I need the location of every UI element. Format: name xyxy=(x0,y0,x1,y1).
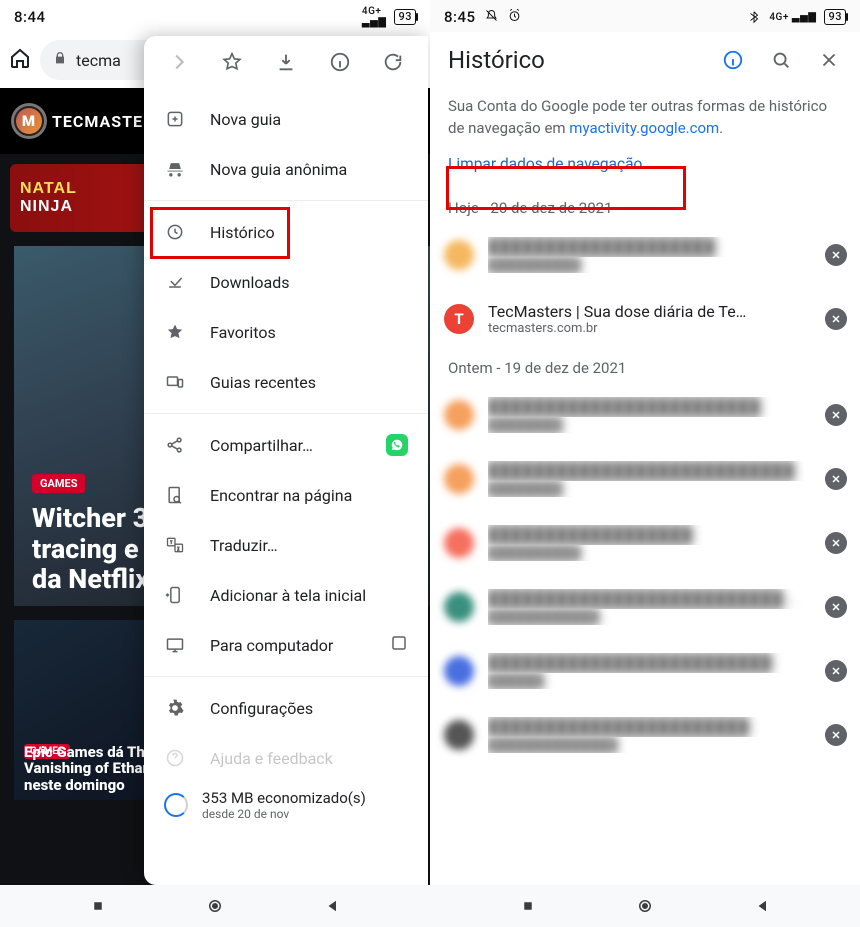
download-done-icon xyxy=(164,271,186,293)
history-entry[interactable]: ████████████████████████████████ xyxy=(430,383,860,447)
history-entry[interactable]: ████████████████████████████ xyxy=(430,511,860,575)
menu-desktop-site[interactable]: Para computador xyxy=(144,620,428,670)
menu-bookmarks[interactable]: Favoritos xyxy=(144,307,428,357)
devices-icon xyxy=(164,371,186,393)
home-button[interactable] xyxy=(195,894,235,918)
close-button[interactable] xyxy=(808,39,850,81)
delete-entry-button[interactable] xyxy=(818,525,854,561)
incognito-icon xyxy=(164,158,186,180)
translate-icon xyxy=(164,534,186,556)
lock-icon xyxy=(52,50,68,70)
chrome-overflow-menu: Nova guia Nova guia anônima Histórico Do… xyxy=(144,36,428,885)
reload-button[interactable] xyxy=(373,42,413,82)
home-icon[interactable] xyxy=(8,46,32,74)
favicon xyxy=(444,528,474,558)
favicon xyxy=(444,464,474,494)
page-title: Histórico xyxy=(440,46,545,74)
site-logo: M xyxy=(14,106,44,136)
alarm-icon xyxy=(507,8,522,27)
category-tag: GAMES xyxy=(32,474,85,493)
menu-downloads[interactable]: Downloads xyxy=(144,257,428,307)
delete-entry-button[interactable] xyxy=(818,589,854,625)
favicon xyxy=(444,720,474,750)
menu-translate[interactable]: Traduzir… xyxy=(144,520,428,570)
signal-icon: 4G+ ▃▅▇ xyxy=(769,12,816,23)
delete-entry-button[interactable] xyxy=(818,461,854,497)
history-entry[interactable]: ██████████████████████████████ xyxy=(430,223,860,287)
home-button[interactable] xyxy=(625,894,665,918)
star-icon xyxy=(164,321,186,343)
delete-entry-button[interactable] xyxy=(818,397,854,433)
data-saver-icon xyxy=(164,793,188,817)
recents-button[interactable] xyxy=(508,894,548,918)
menu-incognito[interactable]: Nova guia anônima xyxy=(144,144,428,194)
back-button[interactable] xyxy=(313,894,353,918)
whatsapp-icon xyxy=(386,434,408,456)
android-nav-bar xyxy=(430,885,860,927)
history-intro: Sua Conta do Google pode ter outras form… xyxy=(430,88,860,154)
menu-data-saver[interactable]: 353 MB economizado(s)desde 20 de nov xyxy=(144,783,428,831)
share-icon xyxy=(164,434,186,456)
menu-help[interactable]: Ajuda e feedback xyxy=(144,733,428,783)
favicon xyxy=(444,240,474,270)
myactivity-link[interactable]: myactivity.google.com xyxy=(569,119,719,137)
delete-entry-button[interactable] xyxy=(818,301,854,337)
status-time: 8:45 xyxy=(444,8,476,26)
history-date-yesterday: Ontem - 19 de dez de 2021 xyxy=(430,351,860,383)
battery-icon: 93 xyxy=(394,9,416,25)
status-bar: 8:45 4G+ ▃▅▇ 93 xyxy=(430,0,860,32)
search-button[interactable] xyxy=(760,39,802,81)
status-time: 8:44 xyxy=(14,8,46,26)
history-entry[interactable]: ███████████████████████████████ xyxy=(430,639,860,703)
favicon xyxy=(444,592,474,622)
history-icon xyxy=(164,221,186,243)
info-button[interactable] xyxy=(712,39,754,81)
status-bar: 8:44 4G+▃▅▇ 93 xyxy=(0,0,430,32)
battery-icon: 93 xyxy=(824,9,846,25)
android-nav-bar xyxy=(0,885,430,927)
history-entry[interactable]: T TecMasters | Sua dose diária de Te…tec… xyxy=(430,287,860,351)
clear-browsing-data-link[interactable]: Limpar dados de navegação… xyxy=(448,155,653,173)
menu-settings[interactable]: Configurações xyxy=(144,683,428,733)
desktop-icon xyxy=(164,634,186,656)
history-entry[interactable]: █████████████████████████████████████ xyxy=(430,703,860,767)
new-tab-icon xyxy=(164,108,186,130)
bookmark-star-button[interactable] xyxy=(212,42,252,82)
recents-button[interactable] xyxy=(78,894,118,918)
delete-entry-button[interactable] xyxy=(818,237,854,273)
delete-entry-button[interactable] xyxy=(818,717,854,753)
history-entry[interactable]: ████████████████████████████████████████ xyxy=(430,575,860,639)
history-date-today: Hoje - 20 de dez de 2021 xyxy=(430,191,860,223)
favicon xyxy=(444,400,474,430)
menu-share[interactable]: Compartilhar… xyxy=(144,420,428,470)
history-entry[interactable]: ███████████████████████████████████ xyxy=(430,447,860,511)
page-info-button[interactable] xyxy=(320,42,360,82)
find-in-page-icon xyxy=(164,484,186,506)
help-icon xyxy=(164,747,186,769)
forward-button[interactable] xyxy=(159,42,199,82)
favicon: T xyxy=(444,304,474,334)
download-button[interactable] xyxy=(266,42,306,82)
menu-recent-tabs[interactable]: Guias recentes xyxy=(144,357,428,407)
menu-add-home[interactable]: Adicionar à tela inicial xyxy=(144,570,428,620)
signal-icon: 4G+▃▅▇ xyxy=(362,6,387,28)
add-to-home-icon xyxy=(164,584,186,606)
back-button[interactable] xyxy=(743,894,783,918)
menu-find[interactable]: Encontrar na página xyxy=(144,470,428,520)
url-text: tecma xyxy=(76,51,121,70)
checkbox-empty-icon xyxy=(390,634,408,656)
menu-history[interactable]: Histórico xyxy=(144,207,428,257)
delete-entry-button[interactable] xyxy=(818,653,854,689)
favicon xyxy=(444,656,474,686)
bluetooth-icon xyxy=(747,10,761,24)
history-appbar: Histórico xyxy=(430,32,860,88)
gear-icon xyxy=(164,697,186,719)
menu-new-tab[interactable]: Nova guia xyxy=(144,94,428,144)
dnd-icon xyxy=(484,8,499,27)
